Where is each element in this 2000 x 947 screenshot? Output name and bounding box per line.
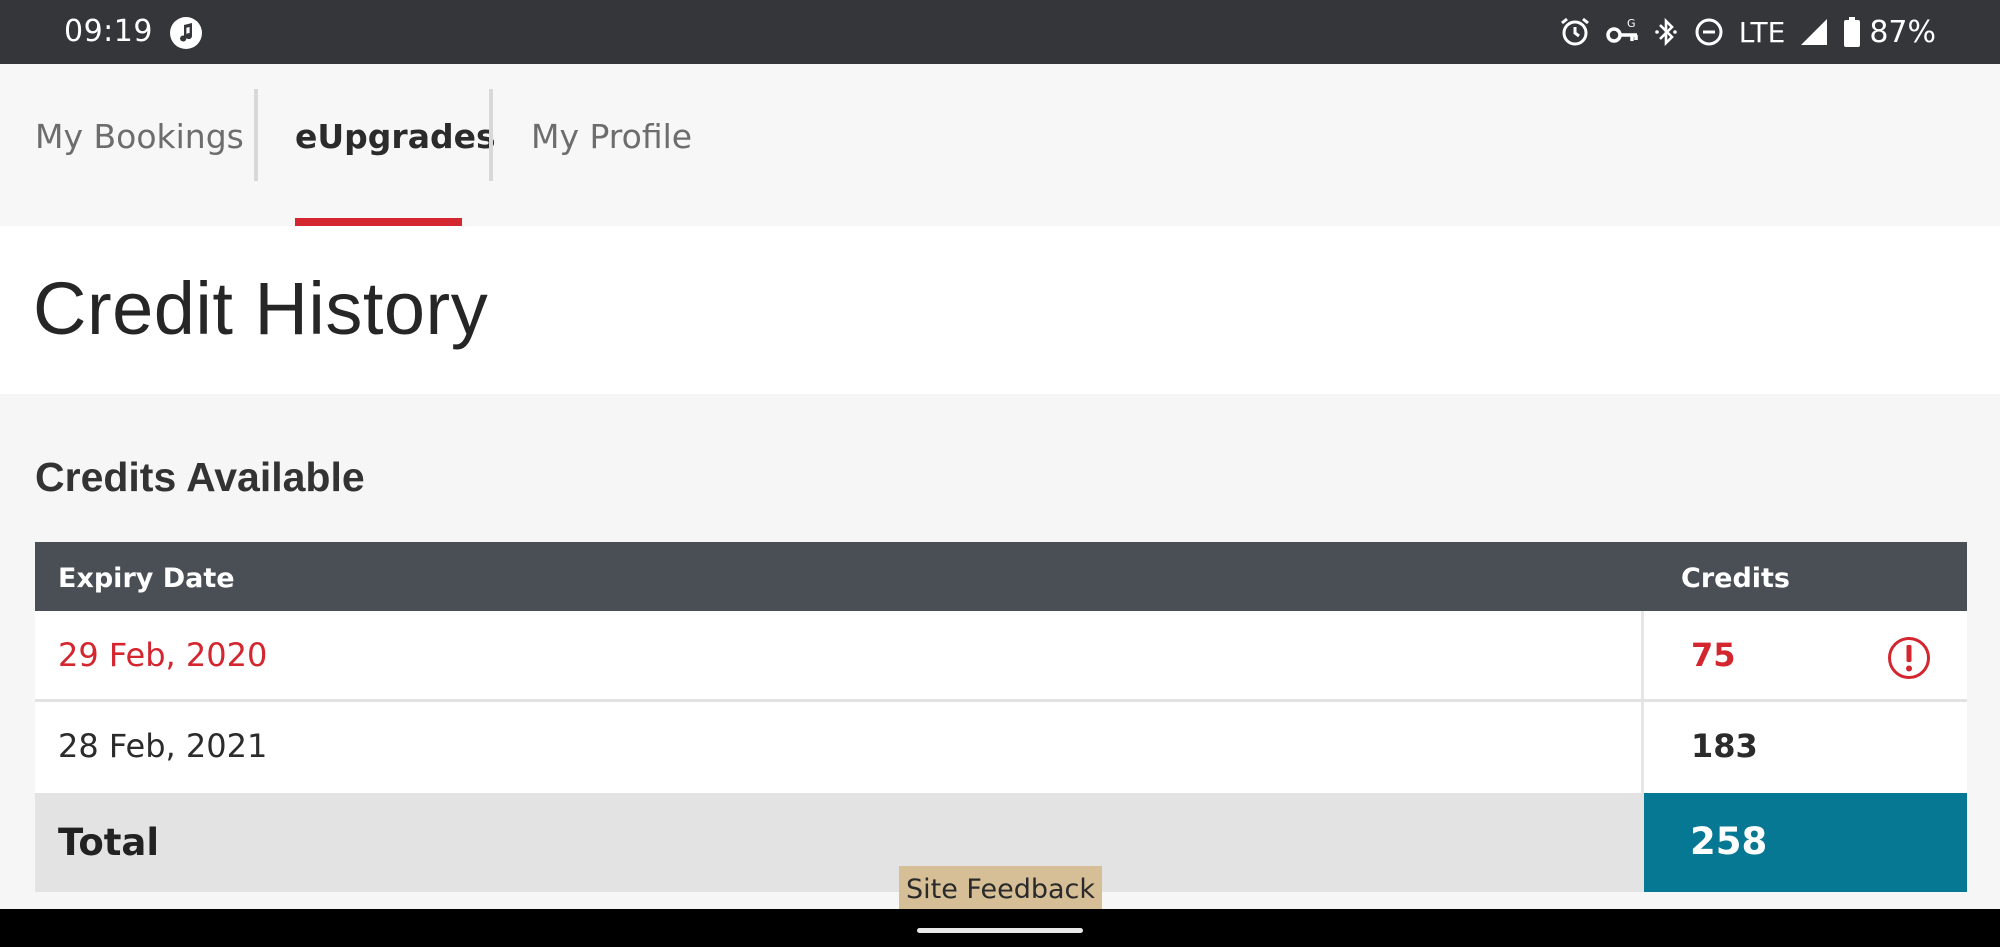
battery-icon	[1843, 14, 1861, 50]
system-nav-bar	[0, 909, 2000, 947]
battery-percent: 87%	[1869, 14, 1936, 50]
table-header: Expiry Date Credits	[35, 542, 1967, 611]
signal-icon	[1799, 14, 1829, 50]
expiry-date-cell: 29 Feb, 2020	[58, 636, 268, 674]
status-icons: G LTE 87%	[1559, 12, 1936, 52]
do-not-disturb-icon	[1693, 14, 1725, 50]
svg-text:G: G	[1627, 17, 1636, 30]
tab-my-bookings[interactable]: My Bookings	[35, 64, 244, 226]
table-row: 28 Feb, 2021 183	[35, 702, 1967, 793]
active-tab-indicator	[295, 218, 462, 226]
table-row: 29 Feb, 2020 75	[35, 611, 1967, 702]
total-label: Total	[58, 821, 160, 864]
network-type: LTE	[1738, 15, 1786, 49]
exclamation-alert-icon[interactable]	[1887, 636, 1931, 680]
music-note-icon	[170, 17, 202, 49]
tab-divider	[489, 89, 493, 181]
section-heading: Credits Available	[35, 454, 365, 500]
cell-divider	[1641, 702, 1644, 793]
total-value: 258	[1690, 820, 1768, 863]
status-bar: 09:19 G LTE 87%	[0, 0, 2000, 64]
credits-table: Expiry Date Credits 29 Feb, 2020 75 28 F…	[35, 542, 1967, 892]
expiry-date-cell: 28 Feb, 2021	[58, 727, 268, 765]
bluetooth-icon	[1653, 14, 1679, 50]
column-header-credits: Credits	[1681, 563, 1791, 594]
page-title: Credit History	[33, 267, 489, 350]
total-value-cell: 258	[1644, 793, 1967, 892]
vpn-key-icon: G	[1605, 14, 1639, 50]
tab-my-profile[interactable]: My Profile	[531, 64, 692, 226]
column-header-expiry: Expiry Date	[58, 563, 235, 594]
tab-divider	[254, 89, 258, 181]
alarm-icon	[1559, 14, 1591, 50]
title-band: Credit History	[0, 226, 2000, 394]
status-time: 09:19	[64, 14, 153, 49]
credits-cell: 75	[1691, 636, 1736, 674]
site-feedback-button[interactable]: Site Feedback	[899, 866, 1102, 913]
account-tabs: My Bookings eUpgrades My Profile	[0, 64, 2000, 226]
home-gesture-handle[interactable]	[917, 928, 1083, 933]
credits-cell: 183	[1691, 727, 1758, 765]
cell-divider	[1641, 611, 1644, 699]
tab-eupgrades[interactable]: eUpgrades	[295, 64, 496, 226]
